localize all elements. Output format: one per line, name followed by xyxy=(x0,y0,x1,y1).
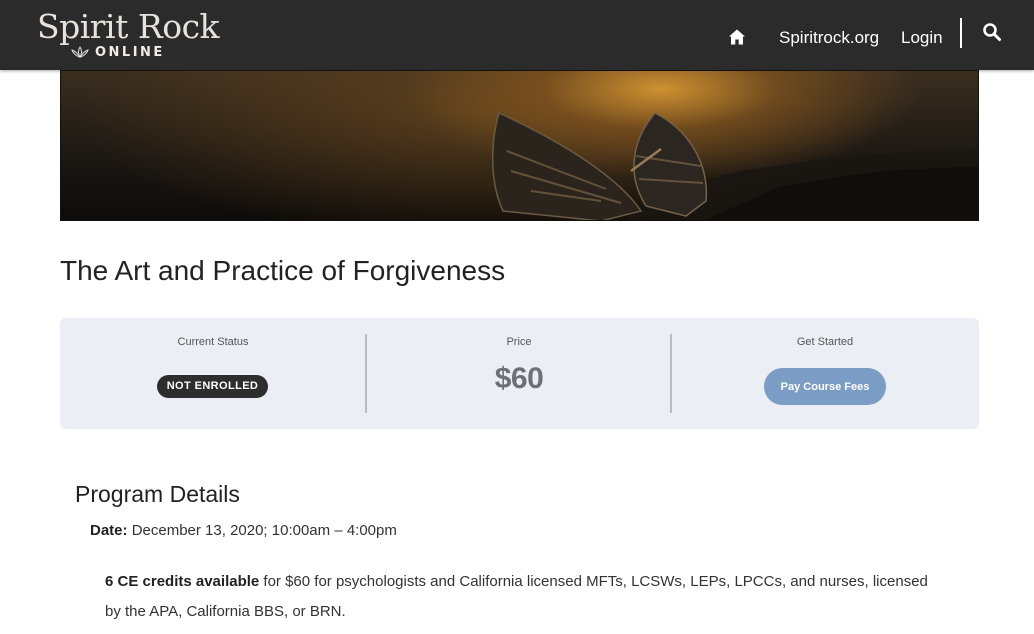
date-value: December 13, 2020; 10:00am – 4:00pm xyxy=(131,522,397,539)
price-label: Price xyxy=(506,336,532,348)
logo-subtitle: ONLINE xyxy=(70,44,165,60)
price-value: $60 xyxy=(494,362,544,395)
get-started-column: Get Started Pay Course Fees xyxy=(672,318,978,429)
login-link[interactable]: Login xyxy=(901,28,943,48)
status-column: Current Status NOT ENROLLED xyxy=(60,318,366,429)
boats-illustration xyxy=(491,111,978,220)
ce-credits-info: 6 CE credits available for $60 for psych… xyxy=(105,567,945,627)
lotus-icon xyxy=(71,46,89,58)
site-logo[interactable]: Spirit Rock ONLINE xyxy=(37,7,220,64)
program-details-heading: Program Details xyxy=(75,481,240,507)
course-banner-image xyxy=(60,70,979,221)
nav-divider xyxy=(960,18,962,48)
ce-credits-highlight: 6 CE credits available xyxy=(105,573,260,590)
enrollment-status-panel: Current Status NOT ENROLLED Price $60 Ge… xyxy=(60,318,979,429)
logo-text: Spirit Rock xyxy=(37,7,220,46)
site-header: Spirit Rock ONLINE Spiritrock.org Login xyxy=(0,0,1034,70)
search-icon[interactable] xyxy=(982,22,1002,42)
price-column: Price $60 xyxy=(366,318,672,429)
date-label: Date: xyxy=(90,522,128,539)
home-icon[interactable] xyxy=(728,28,746,46)
get-started-label: Get Started xyxy=(796,336,854,348)
enrollment-status-badge: NOT ENROLLED xyxy=(157,375,268,398)
logo-subtitle-text: ONLINE xyxy=(95,44,165,60)
pay-course-fees-button[interactable]: Pay Course Fees xyxy=(764,368,886,405)
current-status-label: Current Status xyxy=(177,336,249,348)
spiritrock-link[interactable]: Spiritrock.org xyxy=(779,28,879,48)
program-date: Date: December 13, 2020; 10:00am – 4:00p… xyxy=(90,522,397,539)
course-title: The Art and Practice of Forgiveness xyxy=(60,255,506,286)
